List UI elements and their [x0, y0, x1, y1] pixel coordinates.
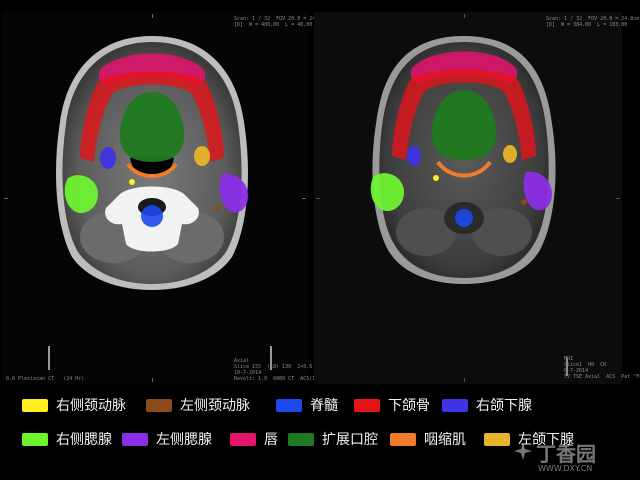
legend-swatch [354, 398, 380, 412]
watermark-url: WWW.DXY.CN [538, 464, 593, 473]
legend-item: 右颌下腺 [442, 396, 532, 414]
legend-label: 左侧颈动脉 [180, 398, 250, 414]
legend-item: 右侧腮腺 [22, 430, 112, 448]
legend-swatch [22, 432, 48, 446]
ct-caption-bottom-left: 0.0 Plexiscan CT (24 Hr) [6, 376, 85, 382]
dxy-watermark: 丁香园 WWW.DXY.CN [512, 438, 636, 476]
legend-item: 右侧颈动脉 [22, 396, 126, 414]
watermark-title: 丁香园 [536, 442, 596, 466]
legend-item: 下颌骨 [354, 396, 430, 414]
legend-label: 扩展口腔 [322, 432, 378, 448]
legend-label: 唇 [264, 432, 278, 448]
legend-item: 左侧颈动脉 [146, 396, 250, 414]
mr-scan-image [316, 14, 620, 382]
dxy-logo-icon [514, 442, 532, 460]
legend-item: 咽缩肌 [390, 430, 466, 448]
legend-swatch [276, 398, 302, 412]
legend-swatch [146, 398, 172, 412]
ct-scan-image [4, 14, 306, 382]
legend-item: 唇 [230, 430, 278, 448]
legend-label: 左侧腮腺 [156, 432, 212, 448]
legend-swatch [288, 432, 314, 446]
legend-item: 脊髓 [276, 396, 338, 414]
legend-swatch [22, 398, 48, 412]
legend-swatch [484, 432, 510, 446]
legend-item: 左侧腮腺 [122, 430, 212, 448]
legend-label: 下颌骨 [388, 398, 430, 414]
legend-swatch [390, 432, 416, 446]
legend-label: 脊髓 [310, 398, 338, 414]
legend-swatch [230, 432, 256, 446]
mr-image-panel: Scan: 1 / 32 FOV 20.8 = 24.8cm [D] W = 3… [314, 12, 640, 384]
legend-label: 咽缩肌 [424, 432, 466, 448]
legend-item: 扩展口腔 [288, 430, 378, 448]
mr-caption-bottom-right: MRI Slice1 H0 CR 6-7-2014 T2 TSE Axial A… [564, 356, 640, 380]
mr-caption-top: Scan: 1 / 32 FOV 20.8 = 24.8cm [D] W = 3… [546, 16, 640, 28]
legend-label: 右侧腮腺 [56, 432, 112, 448]
legend-label: 右侧颈动脉 [56, 398, 126, 414]
legend-row-1: 右侧颈动脉 左侧颈动脉 脊髓 下颌骨 右颌下腺 [0, 394, 640, 416]
legend-swatch [442, 398, 468, 412]
legend-swatch [122, 432, 148, 446]
ct-image-panel: Scan: 1 / 32 FOV 20.8 = 24.8cm [D] W = 4… [2, 12, 354, 384]
legend-label: 右颌下腺 [476, 398, 532, 414]
